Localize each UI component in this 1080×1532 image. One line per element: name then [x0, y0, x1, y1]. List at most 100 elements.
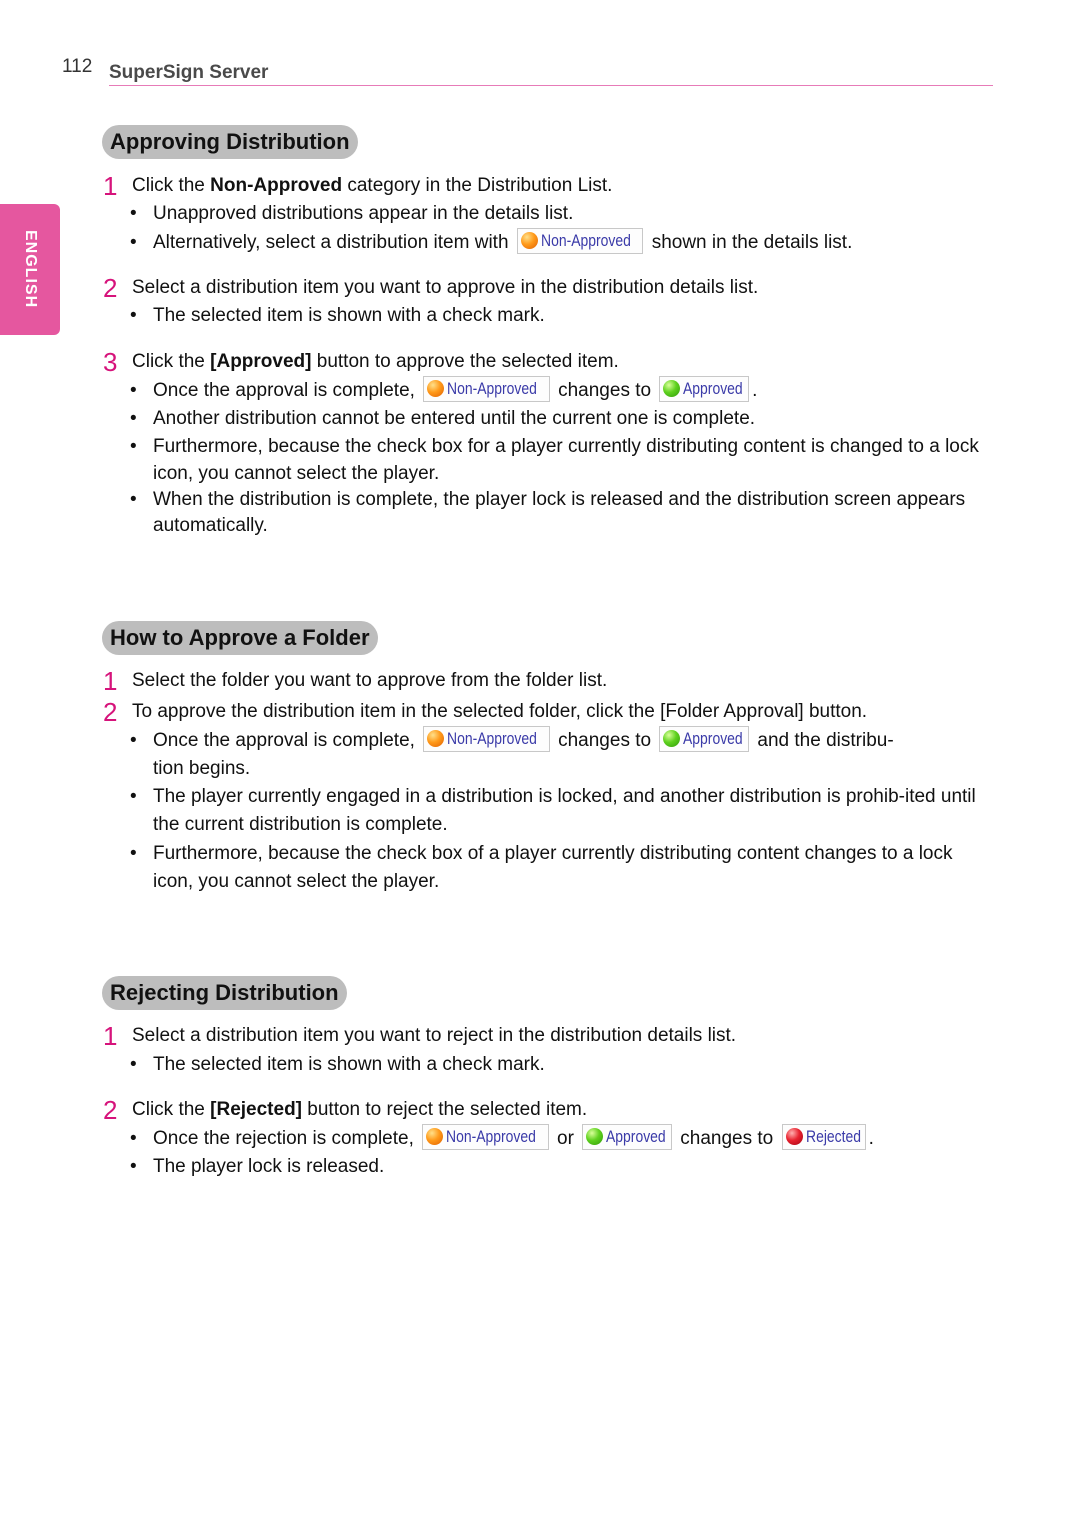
step-number: 2: [103, 1095, 118, 1125]
bullet-text: Furthermore, because the check box for a…: [153, 436, 979, 484]
bullet-item: • The selected item is shown with a chec…: [130, 302, 980, 330]
step-number: 2: [103, 697, 118, 727]
red-status-ball-icon: [785, 1128, 803, 1146]
bullet-item: • The player currently engaged in a dist…: [130, 783, 980, 839]
bullet-item: • Once the approval is complete, Non-App…: [130, 375, 980, 405]
badge-label: Non-Approved: [447, 378, 538, 398]
bullet-text: Furthermore, because the check box of a …: [153, 843, 953, 892]
bullet-item: • Alternatively, select a distribution i…: [130, 227, 980, 257]
bullet-icon: •: [130, 843, 137, 864]
step-number: 3: [103, 347, 118, 377]
bullet-text: The player currently engaged in a distri…: [153, 786, 976, 835]
green-status-ball-icon: [663, 730, 681, 748]
text: changes to: [552, 380, 657, 401]
text: category in the Distribution List.: [342, 175, 613, 196]
bullet-icon: •: [130, 408, 137, 429]
status-badge-non-approved: Non-Approved: [423, 375, 550, 402]
bullet-text: Once the rejection is complete, Non-Appr…: [153, 1123, 980, 1153]
text: Once the rejection is complete,: [153, 1128, 420, 1149]
text: Once the approval is complete,: [153, 730, 421, 751]
language-tab: ENGLISH: [0, 204, 60, 335]
bullet-item: • The player lock is released.: [130, 1153, 980, 1181]
step: 1 Select the folder you want to approve …: [103, 666, 608, 696]
bullet-icon: •: [130, 786, 137, 807]
status-badge-non-approved: Non-Approved: [516, 227, 644, 254]
text: changes to: [552, 730, 657, 751]
bullet-item: • The selected item is shown with a chec…: [130, 1051, 980, 1079]
step-number: 1: [103, 666, 118, 696]
badge-label: Rejected: [805, 1126, 861, 1146]
bold-term: [Rejected]: [210, 1099, 302, 1120]
bullet-icon: •: [130, 1054, 137, 1075]
text: changes to: [675, 1128, 779, 1149]
step: 3 Click the [Approved] button to approve…: [103, 347, 619, 377]
bullet-text: Alternatively, select a distribution ite…: [153, 227, 980, 257]
section-title-rejecting-distribution: Rejecting Distribution: [102, 976, 347, 1010]
bullet-text: The selected item is shown with a check …: [153, 1054, 545, 1075]
bullet-icon: •: [130, 1128, 137, 1149]
badge-label: Approved: [606, 1126, 666, 1146]
step-number: 2: [103, 273, 118, 303]
step-number: 1: [103, 171, 118, 201]
bold-term: Non-Approved: [210, 175, 343, 196]
text: button to reject the selected item.: [302, 1099, 588, 1120]
orange-status-ball-icon: [427, 730, 445, 748]
bullet-text: The player lock is released.: [153, 1156, 385, 1177]
bullet-text: When the distribution is complete, the p…: [153, 489, 966, 536]
status-badge-approved: Approved: [582, 1123, 672, 1150]
step: 2 Click the [Rejected] button to reject …: [103, 1095, 587, 1125]
text: Once the approval is complete,: [153, 380, 421, 401]
badge-label: Approved: [683, 378, 744, 398]
bullet-text: Once the approval is complete, Non-Appro…: [153, 375, 980, 405]
bullet-item: • When the distribution is complete, the…: [130, 487, 980, 539]
badge-label: Non-Approved: [446, 1126, 537, 1146]
bullet-text: The selected item is shown with a check …: [153, 305, 545, 326]
bullet-item: • Unapproved distributions appear in the…: [130, 200, 980, 228]
step-text: Select the folder you want to approve fr…: [132, 670, 608, 691]
bold-term: [Approved]: [210, 351, 312, 372]
bullet-item: • Another distribution cannot be entered…: [130, 405, 980, 433]
text: .: [752, 380, 758, 401]
step: 2 Select a distribution item you want to…: [103, 273, 759, 303]
text: tion begins.: [153, 758, 251, 779]
step-text: Click the Non-Approved category in the D…: [132, 174, 612, 198]
step-text: Click the [Rejected] button to reject th…: [132, 1098, 587, 1122]
text: and the distribu-: [752, 730, 894, 751]
running-header-title: SuperSign Server: [109, 62, 993, 86]
text: Click the: [132, 351, 211, 372]
bullet-icon: •: [130, 1156, 137, 1177]
badge-label: Non-Approved: [540, 230, 631, 250]
step-text: Select a distribution item you want to a…: [132, 277, 759, 298]
step: 2 To approve the distribution item in th…: [103, 697, 868, 727]
step-text: Click the [Approved] button to approve t…: [132, 350, 619, 374]
step-text: Select a distribution item you want to r…: [132, 1025, 737, 1046]
text: Alternatively, select a distribution ite…: [153, 232, 514, 253]
bullet-text: Unapproved distributions appear in the d…: [153, 203, 574, 224]
language-tab-label: ENGLISH: [22, 230, 39, 309]
page-number: 112: [62, 56, 93, 77]
bullet-text: Another distribution cannot be entered u…: [153, 408, 756, 429]
status-badge-approved: Approved: [659, 725, 750, 752]
bullet-item: • Once the rejection is complete, Non-Ap…: [130, 1123, 980, 1153]
green-status-ball-icon: [586, 1128, 604, 1146]
bullet-icon: •: [130, 305, 137, 326]
step-text: To approve the distribution item in the …: [132, 701, 868, 722]
text: or: [551, 1128, 580, 1149]
text: shown in the details list.: [646, 232, 853, 253]
section-title-approve-folder: How to Approve a Folder: [102, 621, 378, 655]
orange-status-ball-icon: [426, 1128, 444, 1146]
orange-status-ball-icon: [427, 380, 445, 398]
bullet-item: • Furthermore, because the check box of …: [130, 840, 980, 896]
bullet-item: • Once the approval is complete, Non-App…: [130, 725, 980, 783]
status-badge-approved: Approved: [659, 375, 750, 402]
bullet-item: • Furthermore, because the check box for…: [130, 433, 980, 487]
text: .: [868, 1128, 874, 1149]
text: Click the: [132, 1099, 211, 1120]
badge-label: Non-Approved: [447, 728, 538, 748]
bullet-icon: •: [130, 436, 137, 457]
bullet-icon: •: [130, 232, 137, 253]
text: Click the: [132, 175, 211, 196]
status-badge-non-approved: Non-Approved: [422, 1123, 549, 1150]
bullet-icon: •: [130, 730, 137, 751]
section-title-approving-distribution: Approving Distribution: [102, 125, 358, 159]
